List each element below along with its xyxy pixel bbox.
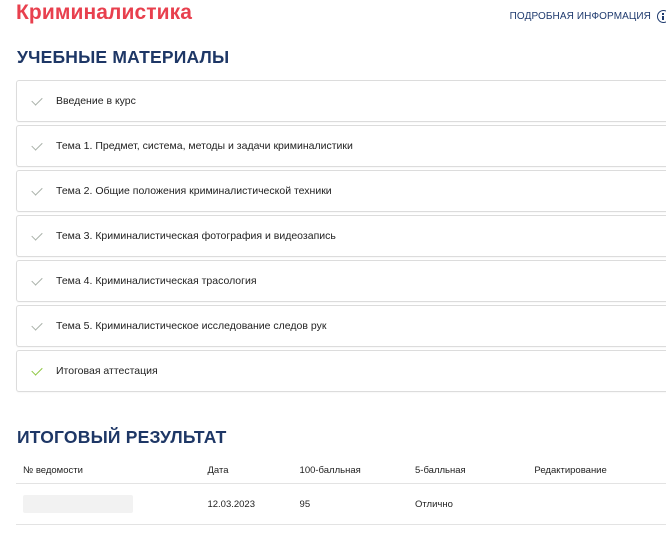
material-item-topic-4[interactable]: Тема 4. Криминалистическая трасология (16, 260, 666, 302)
material-item-topic-2[interactable]: Тема 2. Общие положения криминалистическ… (16, 170, 666, 212)
table-header-row: № ведомости Дата 100-балльная 5-балльная… (16, 457, 666, 484)
column-header-statement-number: № ведомости (16, 457, 208, 484)
column-header-score-100: 100-балльная (299, 457, 416, 484)
edit-cell (534, 483, 666, 525)
score-5-cell: Отлично (415, 483, 535, 525)
check-icon (31, 138, 43, 151)
more-info-label: ПОДРОБНАЯ ИНФОРМАЦИЯ (509, 11, 651, 22)
top-bar: Криминалистика ПОДРОБНАЯ ИНФОРМАЦИЯ (0, 0, 666, 34)
course-title: Криминалистика (16, 1, 193, 24)
redacted-statement-number (23, 495, 133, 513)
check-icon (31, 318, 43, 331)
material-label: Тема 2. Общие положения криминалистическ… (56, 185, 332, 197)
column-header-date: Дата (207, 457, 300, 484)
materials-list: Введение в курс Тема 1. Предмет, система… (16, 80, 666, 395)
column-header-score-5: 5-балльная (415, 457, 535, 484)
material-item-topic-5[interactable]: Тема 5. Криминалистическое исследование … (16, 305, 666, 347)
material-label: Итоговая аттестация (56, 365, 158, 377)
check-icon (31, 183, 43, 196)
material-item-topic-3[interactable]: Тема 3. Криминалистическая фотография и … (16, 215, 666, 257)
table-row: 12.03.2023 95 Отлично (16, 483, 666, 525)
check-icon (31, 228, 43, 241)
material-label: Введение в курс (56, 95, 136, 107)
date-cell: 12.03.2023 (207, 483, 300, 525)
check-icon (31, 273, 43, 286)
material-item-intro[interactable]: Введение в курс (16, 80, 666, 122)
material-item-topic-1[interactable]: Тема 1. Предмет, система, методы и задач… (16, 125, 666, 167)
result-section-title: ИТОГОВЫЙ РЕЗУЛЬТАТ (17, 427, 227, 447)
material-label: Тема 1. Предмет, система, методы и задач… (56, 140, 353, 152)
info-icon[interactable] (657, 10, 666, 23)
score-100-cell: 95 (299, 483, 416, 525)
check-icon-completed (31, 363, 43, 376)
materials-section-title: УЧЕБНЫЕ МАТЕРИАЛЫ (17, 47, 230, 67)
material-label: Тема 5. Криминалистическое исследование … (56, 320, 327, 332)
results-table: № ведомости Дата 100-балльная 5-балльная… (16, 457, 666, 525)
material-label: Тема 4. Криминалистическая трасология (56, 275, 257, 287)
material-label: Тема 3. Криминалистическая фотография и … (56, 230, 336, 242)
more-info-link[interactable]: ПОДРОБНАЯ ИНФОРМАЦИЯ (510, 10, 666, 23)
material-item-final-attestation[interactable]: Итоговая аттестация (16, 350, 666, 392)
check-icon (31, 93, 43, 106)
statement-number-cell (16, 483, 208, 525)
column-header-edit: Редактирование (534, 457, 666, 484)
